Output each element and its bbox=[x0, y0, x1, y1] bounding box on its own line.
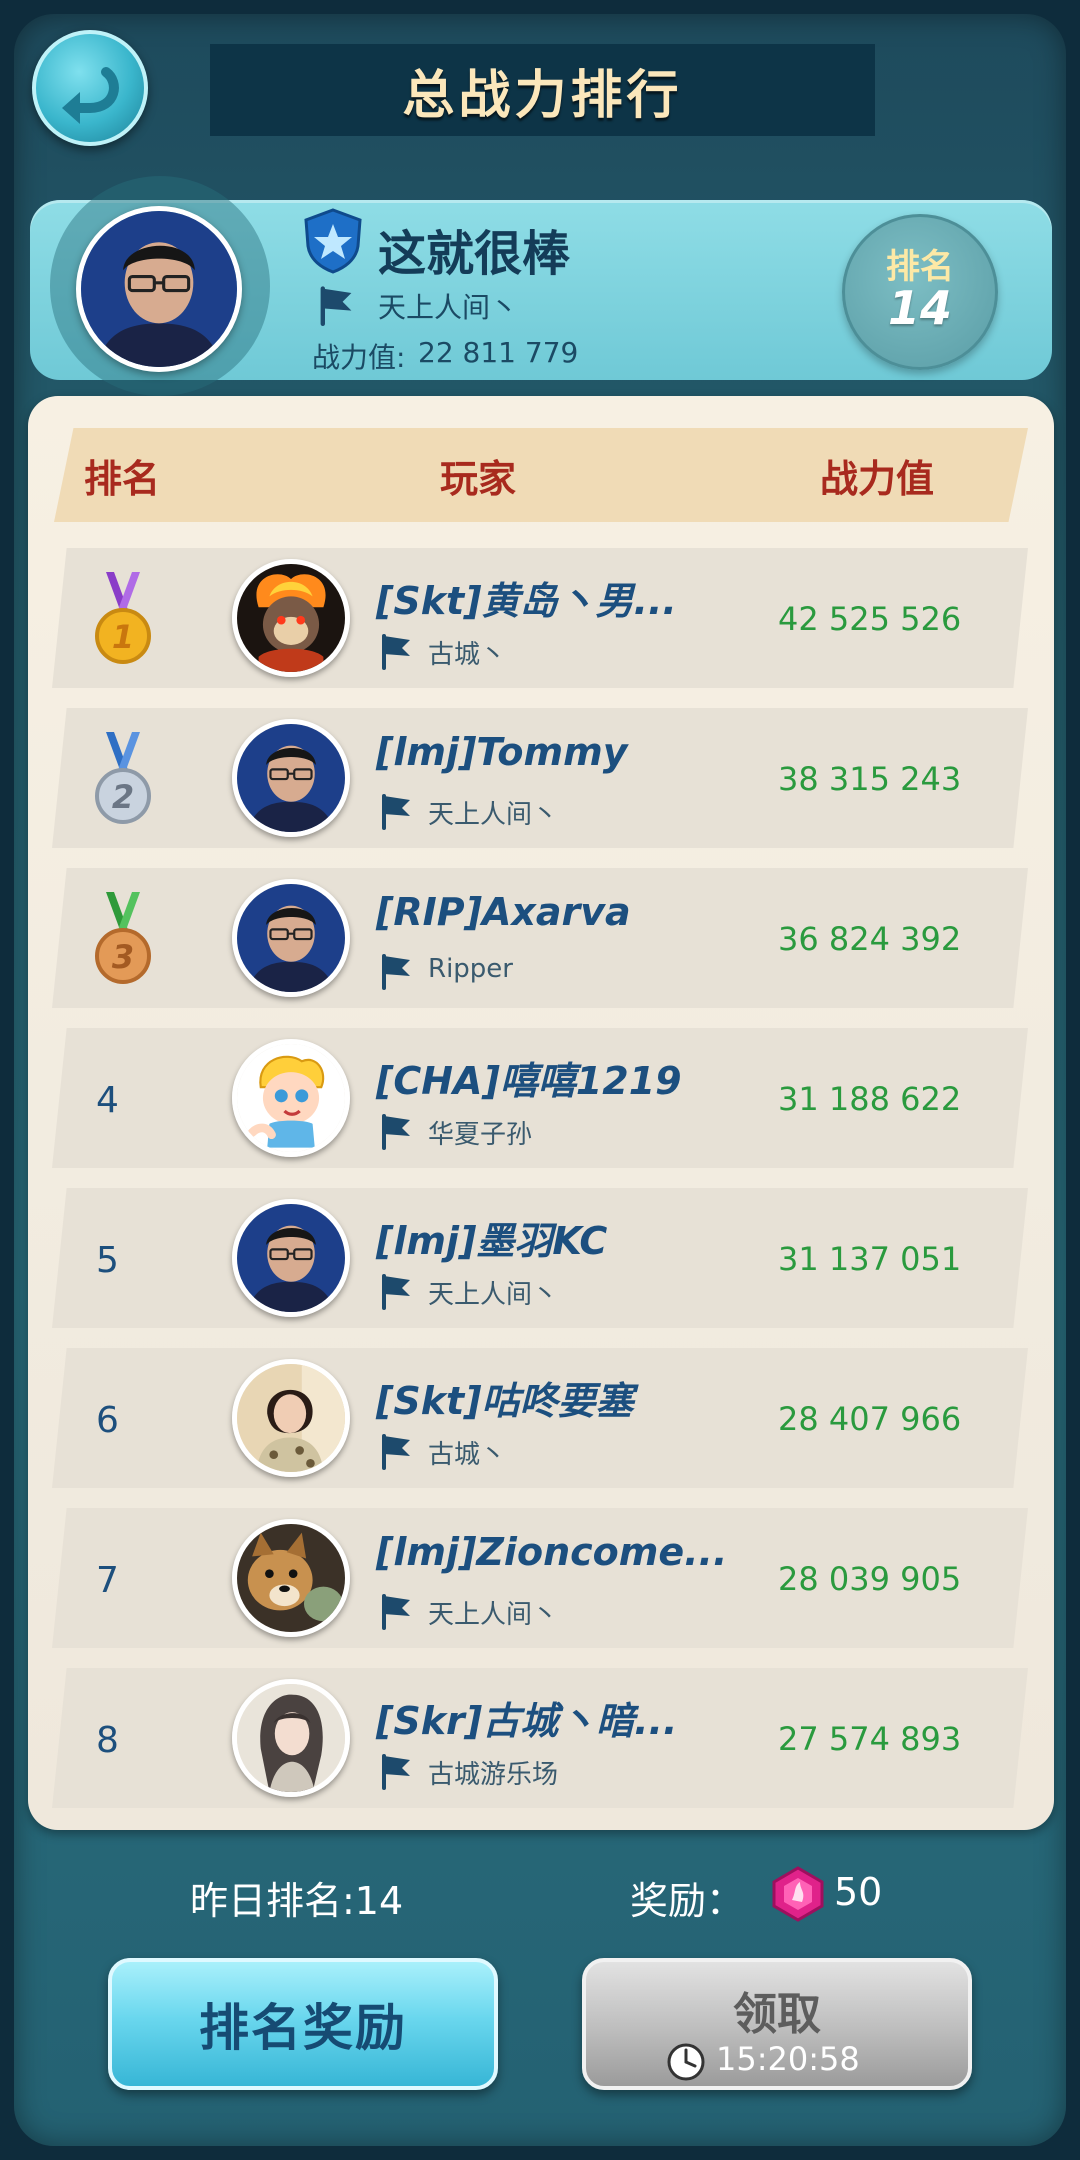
player-name: [lmj]Zioncome... bbox=[376, 1530, 728, 1574]
player-power: 28 407 966 bbox=[778, 1400, 962, 1438]
player-avatar[interactable] bbox=[232, 1039, 350, 1157]
player-avatar[interactable] bbox=[232, 1359, 350, 1477]
my-power-value: 22 811 779 bbox=[418, 336, 579, 369]
gem-icon bbox=[772, 1866, 824, 1922]
player-power: 42 525 526 bbox=[778, 600, 962, 638]
guild-flag-icon bbox=[382, 794, 410, 830]
my-rank-badge: 排名 14 bbox=[842, 214, 998, 370]
silver-medal-icon: 2 bbox=[95, 732, 151, 824]
player-rank: 6 bbox=[96, 1400, 119, 1441]
player-power: 31 137 051 bbox=[778, 1240, 962, 1278]
player-rank: 4 bbox=[96, 1080, 119, 1121]
guild-flag-icon bbox=[382, 954, 410, 990]
back-button[interactable] bbox=[32, 30, 148, 146]
player-rank: 8 bbox=[96, 1720, 119, 1761]
player-avatar[interactable] bbox=[232, 1199, 350, 1317]
player-avatar[interactable] bbox=[232, 559, 350, 677]
my-avatar[interactable] bbox=[76, 206, 242, 372]
player-name: [lmj]Tommy bbox=[376, 730, 628, 774]
claim-button[interactable]: 领取 15:20:58 bbox=[582, 1958, 972, 2090]
player-guild: 古城丶 bbox=[428, 640, 507, 670]
player-name: [Skr]古城丶暗... bbox=[376, 1699, 678, 1743]
guild-flag-icon bbox=[382, 1274, 410, 1310]
bronze-medal-icon: 3 bbox=[95, 892, 151, 984]
yesterday-rank: 昨日排名:14 bbox=[190, 1879, 404, 1923]
player-name: [lmj]墨羽KC bbox=[376, 1219, 608, 1263]
player-power: 28 039 905 bbox=[778, 1560, 962, 1598]
my-rank-value: 14 bbox=[887, 281, 952, 335]
title-bar: 总战力排行 bbox=[210, 44, 875, 136]
column-header-power: 战力值 bbox=[820, 457, 935, 501]
reward-value: 50 bbox=[834, 1870, 883, 1914]
player-avatar[interactable] bbox=[232, 719, 350, 837]
player-avatar[interactable] bbox=[232, 1519, 350, 1637]
player-power: 27 574 893 bbox=[778, 1720, 962, 1758]
player-power: 36 824 392 bbox=[778, 920, 962, 958]
player-rank: 7 bbox=[96, 1560, 119, 1601]
guild-flag-icon bbox=[382, 1594, 410, 1630]
guild-flag-icon bbox=[382, 634, 410, 670]
player-name: [Skt]黄岛丶男... bbox=[376, 579, 677, 623]
shield-star-icon bbox=[304, 208, 362, 274]
svg-text:2: 2 bbox=[112, 778, 134, 816]
guild-flag-icon bbox=[382, 1754, 410, 1790]
clock-icon bbox=[667, 2043, 705, 2081]
player-avatar[interactable] bbox=[232, 1679, 350, 1797]
reward-label: 奖励： bbox=[630, 1879, 745, 1923]
guild-flag-icon bbox=[382, 1434, 410, 1470]
column-header-player: 玩家 bbox=[440, 457, 517, 501]
claim-timer: 15:20:58 bbox=[716, 2040, 860, 2078]
player-guild: 古城游乐场 bbox=[428, 1760, 559, 1790]
my-player-name: 这就很棒 bbox=[378, 226, 571, 282]
guild-flag-icon bbox=[382, 1114, 410, 1150]
player-power: 31 188 622 bbox=[778, 1080, 962, 1118]
claim-button-label: 领取 bbox=[733, 1989, 821, 2040]
player-guild: Ripper bbox=[428, 954, 513, 984]
svg-text:3: 3 bbox=[112, 938, 134, 976]
rank-reward-button[interactable]: 排名奖励 bbox=[108, 1958, 498, 2090]
gold-medal-icon: 1 bbox=[95, 572, 151, 664]
player-guild: 古城丶 bbox=[428, 1440, 507, 1470]
player-name: [Skt]咕咚要塞 bbox=[376, 1379, 634, 1423]
page-title: 总战力排行 bbox=[402, 65, 683, 126]
my-power-label: 战力值: bbox=[312, 341, 406, 374]
rank-reward-button-label: 排名奖励 bbox=[199, 1999, 407, 2057]
svg-text:1: 1 bbox=[112, 618, 134, 656]
guild-flag-icon bbox=[320, 286, 352, 326]
column-header-rank: 排名 bbox=[84, 457, 161, 501]
player-power: 38 315 243 bbox=[778, 760, 962, 798]
player-guild: 天上人间丶 bbox=[428, 800, 559, 830]
player-name: [RIP]Axarva bbox=[376, 890, 631, 934]
player-guild: 天上人间丶 bbox=[428, 1600, 559, 1630]
player-name: [CHA]嘻嘻1219 bbox=[376, 1059, 682, 1103]
player-guild: 天上人间丶 bbox=[428, 1280, 559, 1310]
my-guild-name: 天上人间丶 bbox=[378, 291, 519, 324]
player-guild: 华夏子孙 bbox=[428, 1120, 533, 1150]
player-rank: 5 bbox=[96, 1240, 119, 1281]
back-arrow-icon bbox=[62, 67, 119, 124]
player-avatar[interactable] bbox=[232, 879, 350, 997]
